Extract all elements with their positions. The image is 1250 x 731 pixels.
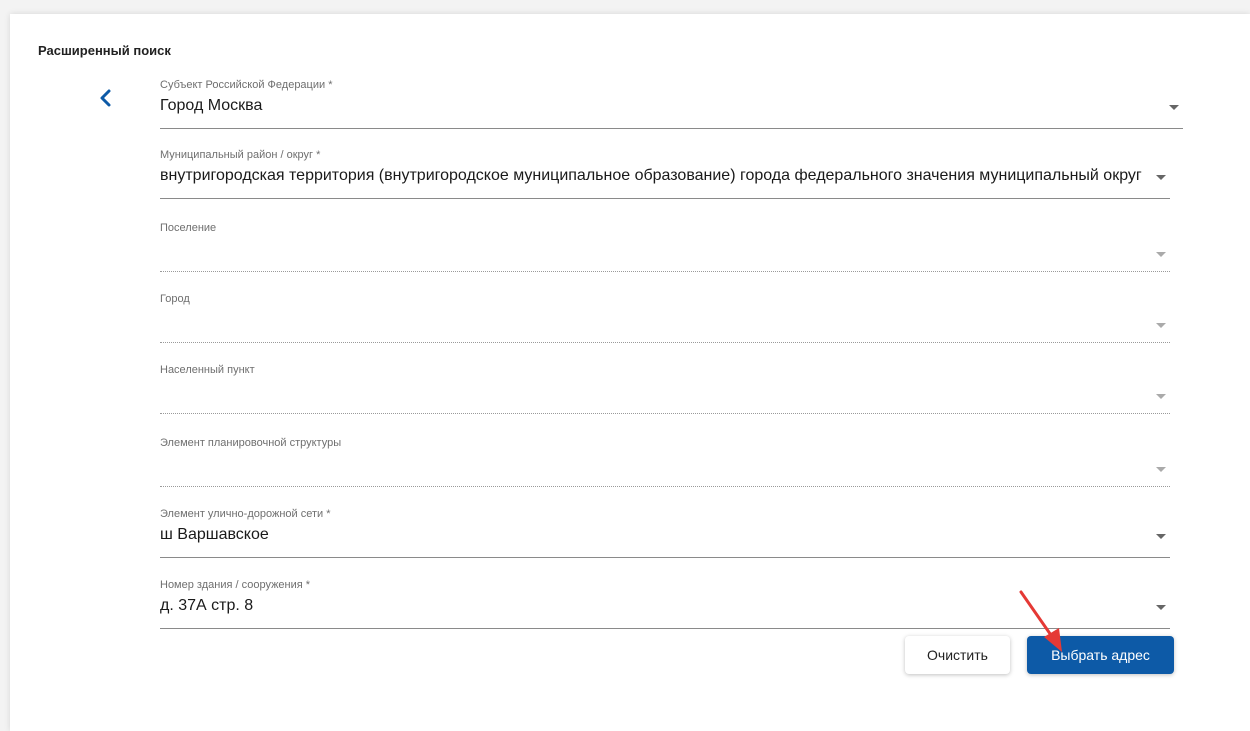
region-value: Город Москва (160, 97, 263, 114)
region-select[interactable]: Субъект Российской Федерации * Город Мос… (160, 79, 1183, 129)
caret-down-icon[interactable] (1156, 252, 1166, 257)
field-underline (160, 128, 1183, 129)
back-button[interactable] (94, 86, 118, 110)
locality-label: Населенный пункт (160, 364, 255, 376)
planning-structure-label: Элемент планировочной структуры (160, 437, 342, 449)
caret-down-icon[interactable] (1156, 605, 1166, 610)
clear-button[interactable]: Очистить (905, 636, 1010, 674)
field-underline (160, 557, 1170, 558)
chevron-left-icon (100, 89, 111, 107)
building-number-value: д. 37А стр. 8 (160, 597, 254, 614)
building-number-label: Номер здания / сооружения * (160, 579, 311, 591)
settlement-label: Поселение (160, 222, 217, 234)
locality-select[interactable]: Населенный пункт (160, 364, 1170, 414)
field-underline (160, 486, 1170, 487)
field-underline (160, 342, 1170, 343)
field-underline (160, 628, 1170, 629)
advanced-search-panel: Расширенный поиск Субъект Российской Фед… (10, 14, 1250, 731)
panel-title: Расширенный поиск (38, 43, 171, 58)
caret-down-icon[interactable] (1156, 534, 1166, 539)
municipal-district-label: Муниципальный район / округ * (160, 149, 321, 161)
field-underline (160, 413, 1170, 414)
building-number-select[interactable]: Номер здания / сооружения * д. 37А стр. … (160, 579, 1170, 629)
caret-down-icon[interactable] (1156, 175, 1166, 180)
field-underline (160, 271, 1170, 272)
street-select[interactable]: Элемент улично-дорожной сети * ш Варшавс… (160, 508, 1170, 558)
caret-down-icon[interactable] (1156, 323, 1166, 328)
field-underline (160, 198, 1170, 199)
settlement-select[interactable]: Поселение (160, 222, 1170, 272)
planning-structure-select[interactable]: Элемент планировочной структуры (160, 437, 1170, 487)
city-select[interactable]: Город (160, 293, 1170, 343)
region-label: Субъект Российской Федерации * (160, 79, 333, 91)
caret-down-icon[interactable] (1156, 467, 1166, 472)
municipal-district-value: внутригородская территория (внутригородс… (160, 167, 1142, 184)
street-value: ш Варшавское (160, 526, 269, 543)
municipal-district-select[interactable]: Муниципальный район / округ * внутригоро… (160, 149, 1170, 199)
city-label: Город (160, 293, 190, 305)
street-label: Элемент улично-дорожной сети * (160, 508, 331, 520)
select-address-button[interactable]: Выбрать адрес (1027, 636, 1174, 674)
caret-down-icon[interactable] (1156, 394, 1166, 399)
caret-down-icon[interactable] (1169, 105, 1179, 110)
